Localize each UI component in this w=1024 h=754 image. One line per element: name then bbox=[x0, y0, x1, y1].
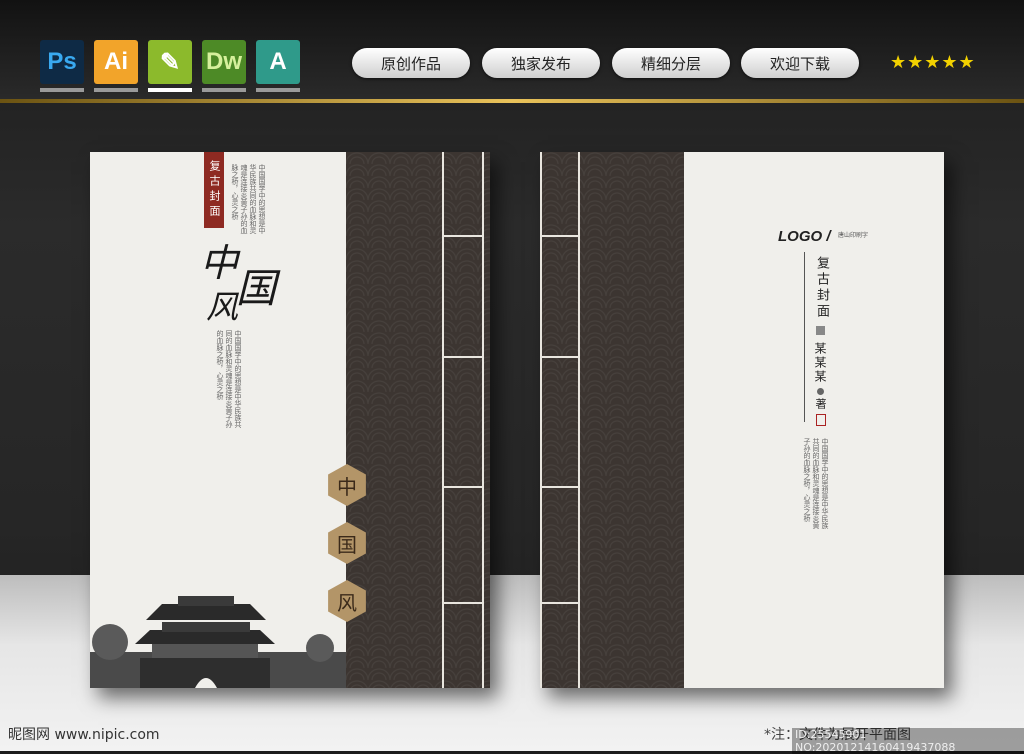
tag-original[interactable]: 原创作品 bbox=[352, 48, 470, 78]
cdr-underline bbox=[148, 88, 192, 92]
front-red-label: 复古封面 bbox=[204, 152, 224, 228]
cdr-icon[interactable]: ✎ bbox=[148, 40, 192, 84]
nipic-watermark: 昵图网 www.nipic.com bbox=[8, 727, 160, 743]
back-logo: LOGO / bbox=[778, 228, 831, 245]
autocad-underline bbox=[256, 88, 300, 92]
front-cover: 复古封面 中国国学中的思想是中华民族共同的血脉和灵魂是连接炎黄子孙的血脉之桥，心… bbox=[90, 152, 490, 688]
back-author: 某某某 bbox=[813, 342, 827, 384]
tag-layered[interactable]: 精细分层 bbox=[612, 48, 730, 78]
back-poem: 中国国学中的思想是中华民族共同的血脉和灵魂是连接炎黄子孙的血脉之桥，心灵之桥 bbox=[803, 438, 829, 529]
back-cover: LOGO / 唐山印刷字 复古封面 某某某 著 中国国学中的思想是中华民族共同的… bbox=[540, 152, 944, 688]
front-poem-top: 中国国学中的思想是中华民族共同的血脉和灵魂是连接炎黄子孙的血脉之桥，心灵之桥 bbox=[231, 164, 266, 234]
pagoda-illustration bbox=[90, 596, 346, 688]
back-author-suffix: 著 bbox=[814, 398, 827, 409]
author-dot-icon bbox=[817, 388, 824, 395]
dw-icon[interactable]: Dw bbox=[202, 40, 246, 84]
seal-stamp-icon bbox=[816, 414, 826, 426]
back-title: 复古封面 bbox=[814, 256, 829, 320]
back-pattern-band bbox=[540, 152, 684, 688]
footer-id: ID:25545901 NO:20201214160419437088 bbox=[792, 728, 1024, 754]
ai-icon[interactable]: Ai bbox=[94, 40, 138, 84]
calligraphy-guo: 国 bbox=[236, 266, 276, 312]
calligraphy-zhong: 中 bbox=[200, 241, 239, 285]
ps-underline bbox=[40, 88, 84, 92]
autocad-icon[interactable]: A bbox=[256, 40, 300, 84]
rating-stars: ★★★★★ bbox=[890, 52, 976, 73]
ai-underline bbox=[94, 88, 138, 92]
calligraphy-feng: 风 bbox=[206, 288, 239, 326]
ps-icon[interactable]: Ps bbox=[40, 40, 84, 84]
tag-exclusive[interactable]: 独家发布 bbox=[482, 48, 600, 78]
gold-divider bbox=[0, 99, 1024, 103]
front-poem-mid: 中国国学中的思想是中华民族共同的血脉和灵魂是连接炎黄子孙的血脉之桥，心灵之桥 bbox=[216, 330, 242, 428]
dw-underline bbox=[202, 88, 246, 92]
title-ornament-icon bbox=[816, 326, 825, 335]
back-logo-sub: 唐山印刷字 bbox=[838, 232, 869, 239]
tag-download[interactable]: 欢迎下载 bbox=[741, 48, 859, 78]
front-pattern-band bbox=[346, 152, 490, 688]
